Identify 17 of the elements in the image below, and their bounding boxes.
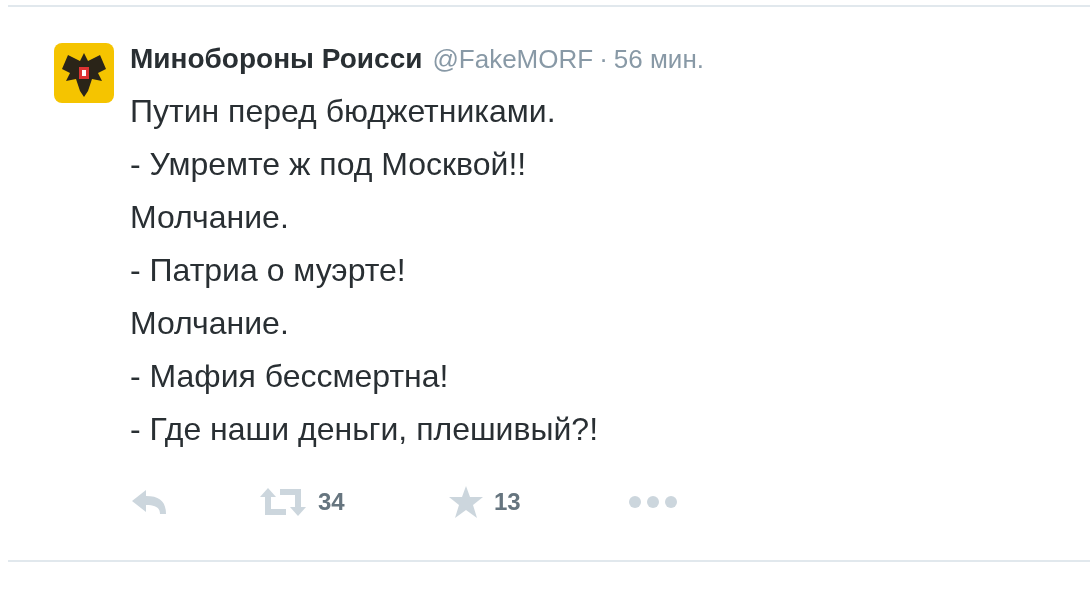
tweet-text-line: Путин перед бюджетниками. (130, 92, 557, 131)
retweet-icon[interactable] (258, 487, 308, 517)
action-count: 13 (494, 488, 521, 516)
account-name[interactable]: Минобороны Роисси (130, 43, 423, 75)
action-count: 34 (318, 488, 345, 516)
tweet-text-line: - Где наши деньги, плешивый?! (130, 410, 600, 449)
eagle-avatar-icon[interactable] (54, 43, 114, 103)
tweet-time[interactable]: 56 мин. (613, 44, 704, 75)
tweet-text-line: Молчание. (130, 304, 290, 343)
star-icon[interactable] (448, 485, 484, 519)
tweet-text-line: - Мафия бессмертна! (130, 357, 450, 396)
separator-dot: · (599, 44, 608, 75)
tweet-text-line: Молчание. (130, 198, 290, 237)
more-icon[interactable] (628, 495, 678, 509)
tweet-text-line: - Умремте ж под Москвой!! (130, 145, 528, 184)
account-handle[interactable]: @FakeMORF (432, 44, 594, 75)
tweet-text-line: - Патриа о муэрте! (130, 251, 407, 290)
